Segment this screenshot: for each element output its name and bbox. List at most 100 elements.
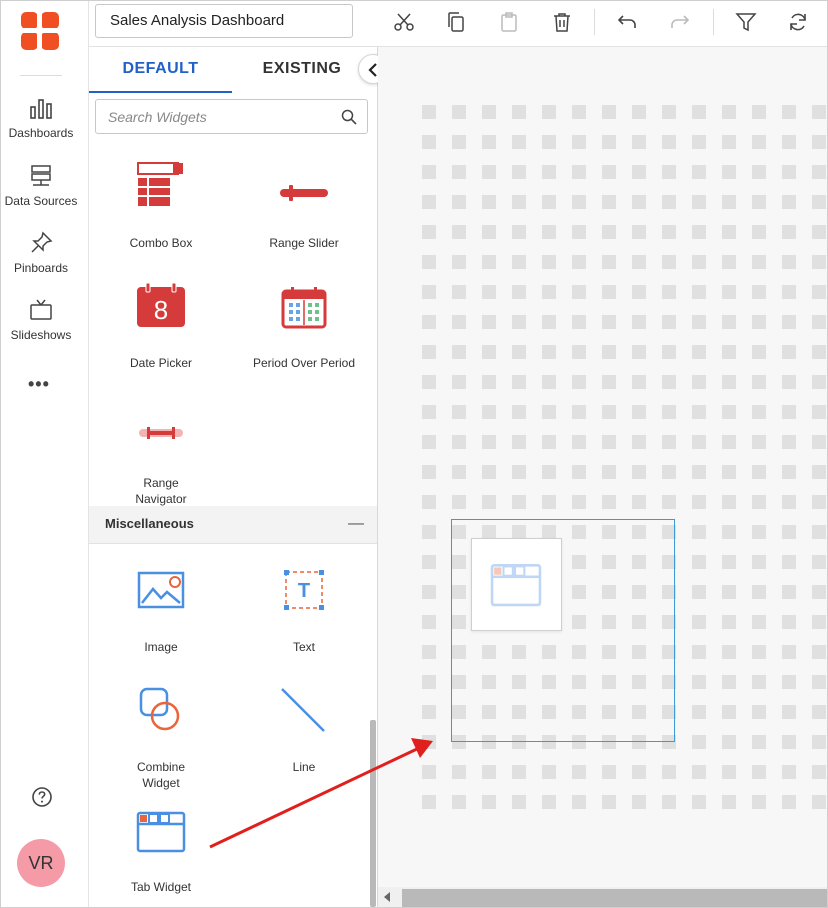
nav-divider — [20, 75, 62, 76]
grid-cell — [512, 225, 526, 239]
grid-cell — [752, 195, 766, 209]
grid-cell — [632, 465, 646, 479]
grid-cell — [782, 315, 796, 329]
grid-cell — [512, 795, 526, 809]
widget-range-slider[interactable]: Range Slider — [234, 161, 374, 251]
grid-cell — [722, 375, 736, 389]
widget-combine-widget[interactable]: Combine Widget — [91, 685, 231, 791]
grid-cell — [662, 465, 676, 479]
nav-item-dashboards[interactable]: Dashboards — [1, 98, 81, 140]
widget-date-picker[interactable]: 8 Date Picker — [91, 281, 231, 371]
grid-cell — [602, 495, 616, 509]
widget-range-navigator[interactable]: Range Navigator — [91, 401, 231, 507]
grid-cell — [662, 345, 676, 359]
grid-cell — [692, 165, 706, 179]
help-circle-icon[interactable] — [31, 786, 53, 808]
tab-existing[interactable]: EXISTING — [232, 47, 372, 93]
period-over-period-icon — [281, 287, 327, 329]
grid-cell — [602, 435, 616, 449]
widget-combo-box[interactable]: Combo Box — [91, 161, 231, 251]
scroll-left-arrow[interactable] — [384, 892, 390, 902]
grid-cell — [752, 705, 766, 719]
grid-cell — [602, 195, 616, 209]
grid-cell — [482, 495, 496, 509]
range-slider-icon — [280, 185, 328, 201]
grid-cell — [692, 585, 706, 599]
grid-cell — [782, 645, 796, 659]
search-icon[interactable] — [341, 109, 357, 125]
grid-cell — [542, 495, 556, 509]
panel-scrollbar[interactable] — [370, 720, 376, 907]
grid-cell — [572, 345, 586, 359]
filter-icon[interactable] — [735, 11, 757, 33]
paste-icon[interactable] — [498, 11, 520, 33]
grid-cell — [662, 255, 676, 269]
search-input[interactable] — [96, 100, 326, 133]
grid-cell — [782, 465, 796, 479]
grid-cell — [722, 105, 736, 119]
grid-cell — [572, 495, 586, 509]
grid-cell — [602, 255, 616, 269]
collapse-section-icon[interactable]: — — [348, 506, 364, 542]
tab-default[interactable]: DEFAULT — [89, 47, 232, 93]
grid-cell — [482, 255, 496, 269]
grid-cell — [482, 165, 496, 179]
undo-icon[interactable] — [616, 11, 638, 33]
grid-cell — [692, 315, 706, 329]
grid-cell — [782, 615, 796, 629]
grid-cell — [662, 105, 676, 119]
app-logo[interactable] — [20, 11, 60, 51]
grid-cell — [452, 495, 466, 509]
grid-cell — [512, 255, 526, 269]
grid-cell — [812, 435, 826, 449]
bar-chart-icon — [30, 99, 52, 119]
grid-cell — [632, 285, 646, 299]
more-options-button[interactable]: ••• — [28, 374, 50, 395]
cut-icon[interactable] — [393, 11, 415, 33]
tab-widget-drag-preview[interactable] — [471, 538, 562, 631]
refresh-icon[interactable] — [787, 11, 809, 33]
grid-cell — [722, 705, 736, 719]
grid-cell — [452, 375, 466, 389]
grid-cell — [752, 585, 766, 599]
redo-icon[interactable] — [669, 11, 691, 33]
grid-cell — [812, 315, 826, 329]
grid-cell — [632, 765, 646, 779]
tab-widget-icon — [136, 811, 186, 853]
grid-cell — [572, 405, 586, 419]
nav-item-data-sources[interactable]: Data Sources — [1, 164, 81, 208]
grid-cell — [812, 465, 826, 479]
user-avatar[interactable]: VR — [17, 839, 65, 887]
nav-item-pinboards[interactable]: Pinboards — [1, 231, 81, 275]
dashboard-title-input[interactable]: Sales Analysis Dashboard — [95, 4, 353, 38]
grid-cell — [812, 765, 826, 779]
canvas-horizontal-scrollbar[interactable] — [378, 887, 827, 907]
grid-cell — [632, 225, 646, 239]
widget-line[interactable]: Line — [234, 685, 374, 775]
grid-cell — [632, 405, 646, 419]
widget-text[interactable]: T Text — [234, 565, 374, 655]
grid-cell — [422, 765, 436, 779]
section-miscellaneous[interactable]: Miscellaneous — — [89, 506, 377, 544]
grid-cell — [722, 135, 736, 149]
grid-cell — [542, 255, 556, 269]
nav-item-label: Data Sources — [4, 194, 78, 208]
widget-image[interactable]: Image — [91, 565, 231, 655]
grid-cell — [482, 435, 496, 449]
widget-tab-widget[interactable]: Tab Widget — [91, 805, 231, 895]
nav-item-slideshows[interactable]: Slideshows — [1, 298, 81, 342]
grid-cell — [572, 765, 586, 779]
scrollbar-thumb[interactable] — [402, 889, 827, 907]
grid-cell — [542, 765, 556, 779]
grid-cell — [422, 285, 436, 299]
widget-label: Period Over Period — [252, 356, 356, 370]
copy-icon[interactable] — [445, 11, 467, 33]
grid-cell — [632, 315, 646, 329]
grid-cell — [572, 195, 586, 209]
grid-cell — [722, 405, 736, 419]
widget-period-over-period[interactable]: Period Over Period — [234, 281, 374, 371]
design-canvas[interactable] — [378, 47, 827, 887]
grid-cell — [692, 615, 706, 629]
delete-icon[interactable] — [551, 11, 573, 33]
grid-cell — [572, 225, 586, 239]
